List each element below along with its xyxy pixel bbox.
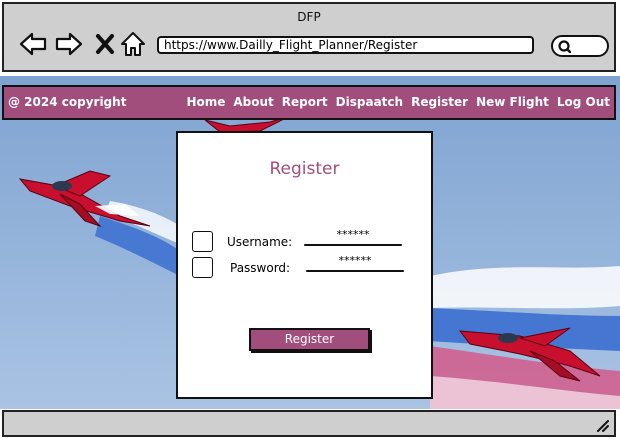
register-button[interactable]: Register [249, 328, 370, 351]
nav-link-about[interactable]: About [233, 95, 273, 109]
back-arrow-icon[interactable] [18, 29, 48, 59]
browser-toolbar: DFP https://www.Dailly_Flight_Planner/Re… [2, 2, 616, 72]
nav-link-home[interactable]: Home [186, 95, 225, 109]
site-navbar: @ 2024 copyright Home About Report Dispa… [2, 85, 616, 120]
password-input[interactable]: ****** [306, 254, 404, 267]
home-icon[interactable] [118, 29, 148, 59]
browser-status-bar [2, 410, 616, 437]
username-input[interactable]: ****** [304, 228, 402, 241]
register-card: Register Username: ****** Password: ****… [176, 131, 433, 399]
nav-link-register[interactable]: Register [411, 95, 468, 109]
page-title: Register [269, 159, 340, 179]
search-icon [558, 40, 572, 54]
search-field[interactable] [551, 35, 609, 57]
username-label: Username: [227, 235, 293, 249]
nav-link-new-flight[interactable]: New Flight [476, 95, 549, 109]
forward-arrow-icon[interactable] [54, 29, 84, 59]
resize-grip-icon[interactable] [595, 418, 609, 432]
copyright-text: @ 2024 copyright [8, 95, 127, 109]
nav-links: Home About Report Dispaatch Register New… [186, 95, 610, 109]
username-underline [304, 244, 402, 246]
window-title: DFP [297, 10, 321, 24]
nav-link-report[interactable]: Report [282, 95, 328, 109]
nav-link-dispatch[interactable]: Dispaatch [336, 95, 403, 109]
close-icon[interactable] [90, 29, 120, 59]
password-label: Password: [230, 261, 291, 275]
nav-link-log-out[interactable]: Log Out [557, 95, 610, 109]
username-checkbox[interactable] [192, 231, 213, 252]
address-bar[interactable]: https://www.Dailly_Flight_Planner/Regist… [157, 36, 534, 54]
password-checkbox[interactable] [192, 257, 213, 278]
password-underline [306, 270, 404, 272]
